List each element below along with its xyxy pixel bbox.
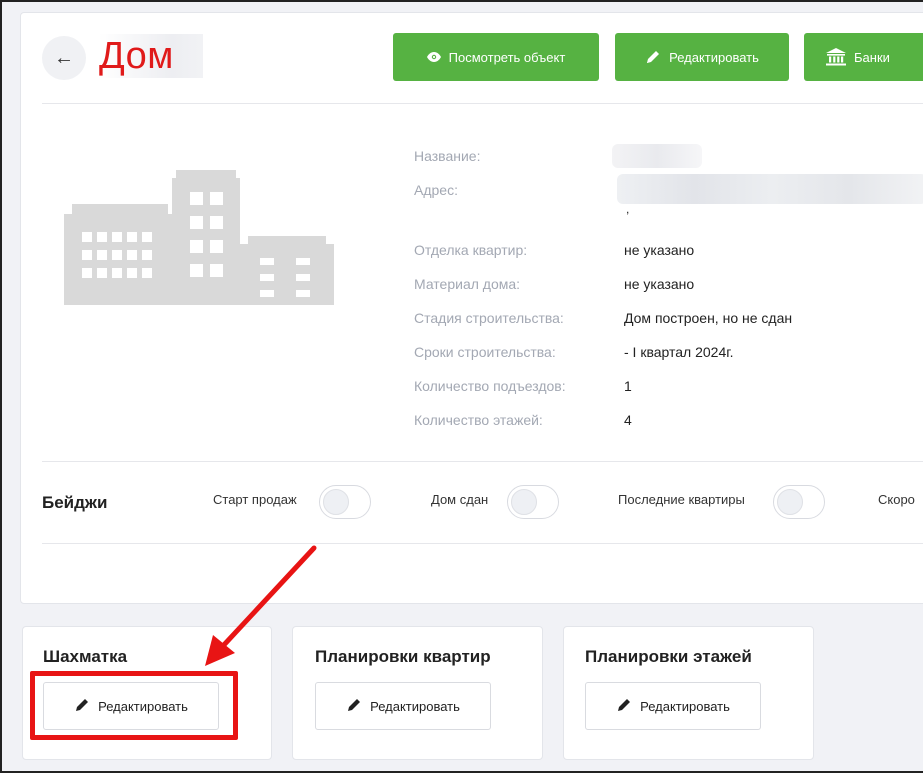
badge-toggle-last-apartments[interactable] bbox=[773, 485, 825, 519]
info-value-entrances: 1 bbox=[624, 378, 632, 394]
badge-toggle-sales-start[interactable] bbox=[319, 485, 371, 519]
info-label-finish: Отделка квартир: bbox=[414, 242, 528, 258]
header-divider bbox=[42, 103, 923, 104]
info-value-material: не указано bbox=[624, 276, 695, 292]
info-label-deadline: Сроки строительства: bbox=[414, 344, 556, 360]
info-divider bbox=[42, 461, 923, 462]
eye-icon bbox=[426, 52, 441, 62]
info-value-floors: 4 bbox=[624, 412, 632, 428]
card-apartment-layouts: Планировки квартир Редактировать bbox=[292, 626, 543, 760]
info-label-floors: Количество этажей: bbox=[414, 412, 543, 428]
banks-label: Банки bbox=[854, 49, 890, 65]
edit-house-label: Редактировать bbox=[669, 49, 759, 65]
info-label-stage: Стадия строительства: bbox=[414, 310, 564, 326]
edit-house-button[interactable]: Редактировать bbox=[615, 33, 789, 81]
badge-label-house-delivered: Дом сдан bbox=[431, 492, 489, 507]
badges-divider bbox=[42, 543, 923, 544]
back-button[interactable]: ← bbox=[42, 36, 86, 80]
edit-apartment-layouts-button[interactable]: Редактировать bbox=[315, 682, 491, 730]
page-title: Дом bbox=[99, 34, 203, 78]
card-title-chessboard: Шахматка bbox=[43, 647, 128, 666]
edit-floor-layouts-label: Редактировать bbox=[640, 698, 730, 714]
badge-label-last-apartments: Последние квартиры bbox=[618, 492, 745, 507]
annotation-highlight-box bbox=[30, 671, 238, 740]
edit-floor-layouts-button[interactable]: Редактировать bbox=[585, 682, 761, 730]
info-value-stage: Дом построен, но не сдан bbox=[624, 310, 793, 326]
info-value-deadline: - I квартал 2024г. bbox=[624, 344, 734, 360]
redacted-name bbox=[612, 144, 702, 168]
app-frame: ← Дом Посмотреть объект Редактировать Ба… bbox=[0, 0, 923, 773]
banks-button[interactable]: Банки bbox=[804, 33, 923, 81]
info-label-entrances: Количество подъездов: bbox=[414, 378, 566, 394]
card-title-apartment-layouts: Планировки квартир bbox=[315, 647, 491, 666]
badges-title: Бейджи bbox=[42, 493, 108, 512]
card-title-floor-layouts: Планировки этажей bbox=[585, 647, 752, 666]
redacted-address bbox=[617, 174, 923, 204]
badge-label-soon: Скоро bbox=[878, 492, 915, 507]
info-label-material: Материал дома: bbox=[414, 276, 521, 292]
pencil-icon bbox=[616, 697, 632, 716]
toggle-knob bbox=[777, 489, 803, 515]
toggle-knob bbox=[323, 489, 349, 515]
building-placeholder-icon bbox=[64, 170, 334, 305]
pencil-icon bbox=[346, 697, 362, 716]
view-object-button[interactable]: Посмотреть объект bbox=[393, 33, 599, 81]
arrow-left-icon: ← bbox=[54, 46, 74, 69]
info-value-finish: не указано bbox=[624, 242, 695, 258]
address-stray-mark: , bbox=[626, 202, 630, 216]
pencil-icon bbox=[645, 49, 661, 65]
info-label-address: Адрес: bbox=[414, 182, 458, 198]
card-floor-layouts: Планировки этажей Редактировать bbox=[563, 626, 814, 760]
toggle-knob bbox=[511, 489, 537, 515]
badge-label-sales-start: Старт продаж bbox=[213, 492, 297, 507]
badge-toggle-house-delivered[interactable] bbox=[507, 485, 559, 519]
edit-apartment-layouts-label: Редактировать bbox=[370, 698, 460, 714]
bank-icon bbox=[826, 48, 846, 66]
info-label-name: Название: bbox=[414, 148, 481, 164]
view-object-label: Посмотреть объект bbox=[448, 49, 566, 65]
